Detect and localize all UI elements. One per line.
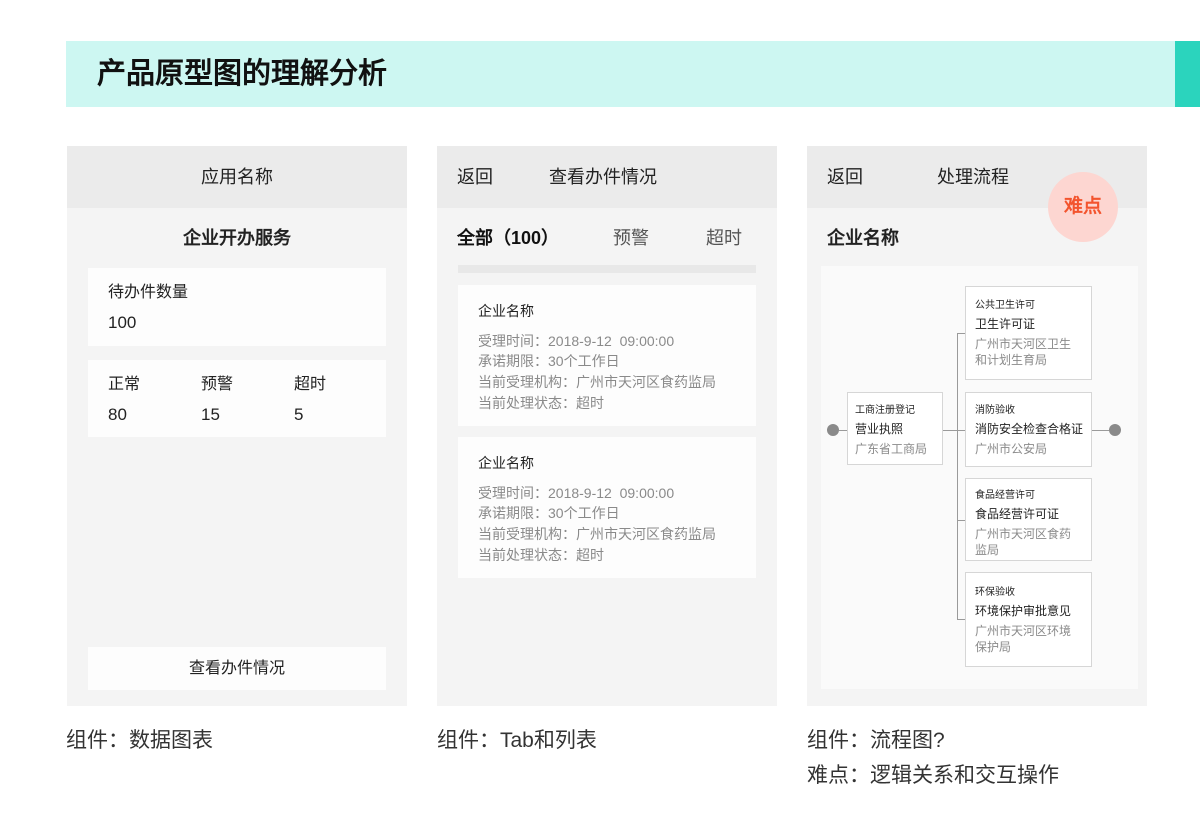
node-document: 卫生许可证	[975, 317, 1036, 331]
stat-normal: 正常 80	[108, 360, 201, 437]
node-authority: 和计划生育局	[975, 353, 1048, 367]
tab-overdue[interactable]: 超时	[706, 222, 742, 254]
flow-end-dot	[1109, 424, 1121, 436]
caption-difficulty: 难点：逻辑关系和交互操作	[807, 764, 1059, 787]
accent-bar	[1175, 41, 1200, 107]
prototype-tab-list: 返回 查看办件情况 全部（100） 预警 超时 企业名称 受理时间：2018-9…	[437, 146, 777, 706]
difficulty-badge: 难点	[1048, 172, 1118, 242]
stat-label: 超时	[294, 376, 327, 393]
app-name-title: 应用名称	[201, 167, 273, 187]
list-item[interactable]: 企业名称 受理时间：2018-9-12 09:00:00 承诺期限：30个工作日…	[458, 437, 756, 578]
tab-warning[interactable]: 预警	[613, 222, 649, 254]
flow-start-dot	[827, 424, 839, 436]
flow-node-fire-inspection[interactable]: 消防验收 消防安全检查合格证 广州市公安局	[965, 392, 1092, 467]
service-name: 企业开办服务	[183, 228, 291, 248]
stat-value: 15	[201, 405, 220, 424]
list-page-title: 查看办件情况	[549, 167, 657, 187]
list-header: 返回 查看办件情况	[437, 146, 777, 208]
prototype-flow-chart: 返回 处理流程 难点 企业名称 工商注册登记 营业执照 广东省工商局 公共卫生许…	[807, 146, 1147, 706]
app-header: 应用名称	[67, 146, 407, 208]
flow-node-business-registration[interactable]: 工商注册登记 营业执照 广东省工商局	[847, 392, 943, 465]
node-authority: 监局	[975, 543, 1000, 557]
list-item-agency: 当前受理机构：广州市天河区食药监局	[478, 526, 716, 542]
list-item-title: 企业名称	[478, 455, 534, 471]
node-category: 公共卫生许可	[975, 300, 1035, 311]
flow-node-public-health[interactable]: 公共卫生许可 卫生许可证 广州市天河区卫生 和计划生育局	[965, 286, 1092, 380]
tab-all[interactable]: 全部（100）	[457, 222, 559, 254]
back-button[interactable]: 返回	[457, 146, 493, 208]
list-item[interactable]: 企业名称 受理时间：2018-9-12 09:00:00 承诺期限：30个工作日…	[458, 285, 756, 426]
node-document: 食品经营许可证	[975, 507, 1060, 521]
node-authority: 广州市公安局	[975, 442, 1048, 456]
stat-label: 正常	[108, 376, 141, 393]
list-item-deadline: 承诺期限：30个工作日	[478, 505, 620, 521]
node-document: 环境保护审批意见	[975, 604, 1072, 618]
list-item-status: 当前处理状态：超时	[478, 547, 604, 563]
list-item-status: 当前处理状态：超时	[478, 395, 604, 411]
list-item-deadline: 承诺期限：30个工作日	[478, 353, 620, 369]
node-authority: 广州市天河区食药	[975, 527, 1072, 541]
status-stats-card: 正常 80 预警 15 超时 5	[88, 360, 386, 437]
node-category: 环保验收	[975, 587, 1015, 598]
stat-value: 5	[294, 405, 304, 424]
stat-warning: 预警 15	[201, 360, 294, 437]
node-category: 工商注册登记	[855, 405, 915, 416]
page-title: 产品原型图的理解分析	[97, 58, 388, 90]
node-authority: 广东省工商局	[855, 442, 928, 456]
caption-flow-chart: 组件：流程图?	[807, 729, 945, 752]
list-item-accept-time: 受理时间：2018-9-12 09:00:00	[478, 485, 675, 501]
stat-value: 80	[108, 405, 127, 424]
view-cases-button[interactable]: 查看办件情况	[88, 647, 386, 690]
tab-divider	[458, 265, 756, 273]
back-button[interactable]: 返回	[827, 146, 863, 208]
caption-data-chart: 组件：数据图表	[66, 729, 213, 752]
pending-count-value: 100	[108, 313, 137, 332]
list-item-agency: 当前受理机构：广州市天河区食药监局	[478, 374, 716, 390]
pending-count-card: 待办件数量 100	[88, 268, 386, 346]
list-item-title: 企业名称	[478, 303, 534, 319]
stat-overdue: 超时 5	[294, 360, 387, 437]
node-category: 消防验收	[975, 405, 1015, 416]
stat-label: 预警	[201, 376, 234, 393]
flow-node-environmental[interactable]: 环保验收 环境保护审批意见 广州市天河区环境 保护局	[965, 572, 1092, 667]
node-document: 营业执照	[855, 422, 904, 436]
page-banner: 产品原型图的理解分析	[66, 41, 1175, 107]
list-item-accept-time: 受理时间：2018-9-12 09:00:00	[478, 333, 675, 349]
flow-page-title: 处理流程	[937, 167, 1009, 187]
pending-count-label: 待办件数量	[108, 284, 189, 301]
caption-tab-list: 组件：Tab和列表	[437, 729, 597, 752]
prototype-data-chart: 应用名称 企业开办服务 待办件数量 100 正常 80 预警 15 超时 5 查…	[67, 146, 407, 706]
node-category: 食品经营许可	[975, 490, 1035, 501]
company-name: 企业名称	[827, 228, 899, 248]
node-authority: 保护局	[975, 640, 1012, 654]
flow-node-food-license[interactable]: 食品经营许可 食品经营许可证 广州市天河区食药 监局	[965, 478, 1092, 561]
node-authority: 广州市天河区卫生	[975, 337, 1072, 351]
node-authority: 广州市天河区环境	[975, 624, 1072, 638]
node-document: 消防安全检查合格证	[975, 422, 1084, 436]
flow-diagram: 工商注册登记 营业执照 广东省工商局 公共卫生许可 卫生许可证 广州市天河区卫生…	[821, 266, 1138, 689]
